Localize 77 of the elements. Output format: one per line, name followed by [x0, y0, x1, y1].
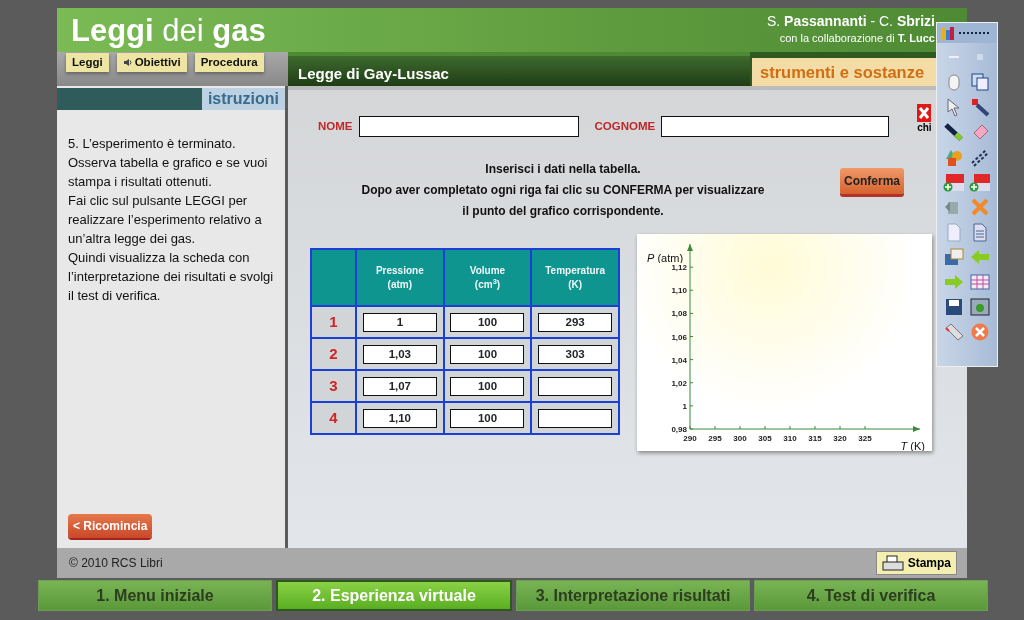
nav-button[interactable]: Leggi	[66, 53, 109, 72]
instruction-text: Osserva tabella e grafico e se vuoi stampa i risultati ottenuti.	[68, 154, 269, 191]
table-input[interactable]: 293	[538, 312, 613, 332]
exit-icon[interactable]	[969, 322, 991, 342]
formula-add-icon[interactable]	[969, 172, 991, 192]
print-button[interactable]: Stampa	[875, 551, 957, 575]
grid-icon[interactable]	[969, 272, 991, 292]
tick-label: 325	[858, 434, 872, 443]
header-cell	[311, 249, 356, 306]
nav-button[interactable]: Obiettivi	[116, 53, 187, 72]
nav-button[interactable]: Procedura	[194, 53, 264, 72]
tick-label: 290	[683, 434, 697, 443]
confirm-button[interactable]: Conferma	[840, 167, 904, 194]
column-header: Volume (cm$^{3}$)	[443, 249, 532, 306]
table-input[interactable]: 100	[450, 408, 525, 428]
row-number: 4	[311, 402, 356, 434]
table-input[interactable]	[538, 376, 613, 396]
instruction-text: 5. L’esperimento è terminato.	[68, 135, 237, 153]
restart-button[interactable]: < Ricomincia	[68, 514, 153, 538]
tick-label: 295	[708, 434, 722, 443]
copy-icon[interactable]	[969, 72, 991, 92]
printer-icon	[881, 555, 904, 571]
table-input[interactable]: 303	[538, 344, 613, 364]
step-tab[interactable]: 3. Interpretazione risultati	[516, 580, 750, 611]
tick-label: 0,98	[671, 425, 687, 434]
text-field[interactable]	[661, 116, 890, 137]
drag-handle-icon[interactable]	[959, 31, 989, 35]
field-label: NOME	[318, 118, 353, 134]
authors-text: S. Passannanti - C. Sbrizi	[766, 13, 935, 30]
laser-pen-icon[interactable]	[969, 97, 991, 117]
credits-text: con la collaborazione di T. Lucc	[778, 31, 935, 46]
app-title: Leggi dei gas	[71, 14, 266, 46]
table-input[interactable]: 1	[362, 312, 437, 332]
table-input[interactable]	[538, 408, 613, 428]
lines-icon[interactable]	[969, 147, 991, 167]
tick-label: 1,10	[671, 286, 687, 296]
instructions-text: Inserisci i dati nella tabella. Dopo aver completato ogni riga fai clic su CONFERMA per visualizzare il punto del grafico corrispondente.	[360, 161, 766, 220]
close-icon	[917, 104, 932, 122]
tick-label: 300	[733, 434, 747, 443]
table-input[interactable]: 1,10	[362, 408, 437, 428]
text-field[interactable]	[358, 116, 579, 137]
tick-label: 305	[758, 434, 772, 443]
column-header: Temperatura (K)	[531, 249, 619, 306]
window-icon[interactable]	[943, 247, 965, 267]
tick-label: 1,12	[671, 263, 687, 273]
column-header: Pressione (atm)	[356, 249, 444, 306]
speaker-icon	[122, 58, 133, 67]
step-tab[interactable]: 4. Test di verifica	[754, 580, 988, 611]
step-tab[interactable]: 1. Menu iniziale	[38, 580, 272, 611]
section-title: Legge di Gay-Lussac	[288, 52, 750, 86]
row-number: 3	[311, 370, 356, 402]
text-add-icon[interactable]	[943, 172, 965, 192]
table-input[interactable]: 1,03	[362, 344, 437, 364]
tick-label: 1	[682, 401, 687, 411]
tick-label: 1,08	[671, 309, 687, 319]
tick-label: 320	[833, 434, 847, 443]
sidebar-heading: istruzioni	[201, 88, 285, 110]
close-button[interactable]: chi	[917, 104, 932, 133]
save-icon[interactable]	[943, 297, 965, 317]
tick-label: 315	[808, 434, 822, 443]
table-input[interactable]: 1,07	[362, 376, 437, 396]
instruction-text: Fai clic sul pulsante LEGGI per realizzare l’esperimento relativo a un’altra legge dei gas.	[68, 192, 263, 248]
highlighter-icon[interactable]	[943, 122, 965, 142]
copyright-text: © 2010 RCS Libri	[69, 555, 163, 572]
instruction-text: Quindi visualizza la scheda con l’interpretazione dei risultati e svolgi il test di verifica.	[68, 249, 275, 305]
tick-label: 1,06	[671, 332, 687, 342]
row-number: 2	[311, 338, 356, 370]
table-input[interactable]: 100	[450, 376, 525, 396]
field-label: COGNOME	[594, 118, 656, 134]
app-logo-icon	[941, 25, 955, 41]
table-input[interactable]: 100	[450, 344, 525, 364]
phone-icon[interactable]	[943, 322, 965, 342]
tick-label: 1,02	[671, 378, 687, 388]
tick-label: 310	[783, 434, 797, 443]
tick-label: 1,04	[671, 355, 687, 365]
table-input[interactable]: 100	[450, 312, 525, 332]
row-number: 1	[311, 306, 356, 338]
